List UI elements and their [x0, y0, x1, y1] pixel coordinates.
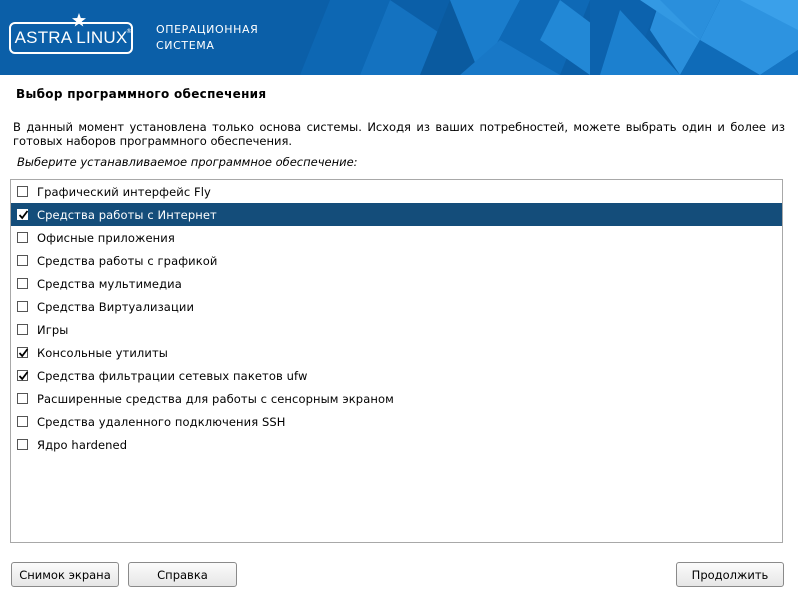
checkbox-checked[interactable]	[17, 209, 29, 220]
software-item[interactable]: Средства фильтрации сетевых пакетов ufw	[11, 364, 782, 387]
software-item-label: Средства фильтрации сетевых пакетов ufw	[37, 368, 308, 383]
software-item-label: Графический интерфейс Fly	[37, 184, 211, 199]
subtitle-line-1: ОПЕРАЦИОННАЯ	[156, 23, 259, 36]
page-title: Выбор программного обеспечения	[16, 87, 267, 101]
registered-mark: ®	[126, 28, 132, 35]
checkbox-checked[interactable]	[17, 370, 29, 381]
checkbox-unchecked[interactable]	[17, 439, 28, 450]
software-item[interactable]: Ядро hardened	[11, 433, 782, 456]
subtitle-line-2: СИСТЕМА	[156, 39, 215, 52]
software-item[interactable]: Средства Виртуализации	[11, 295, 782, 318]
os-subtitle: ОПЕРАЦИОННАЯ СИСТЕМА	[156, 22, 258, 54]
checkbox-checked[interactable]	[17, 347, 29, 358]
software-item[interactable]: Офисные приложения	[11, 226, 782, 249]
software-item[interactable]: Средства мультимедиа	[11, 272, 782, 295]
software-item[interactable]: Средства работы с графикой	[11, 249, 782, 272]
checkbox-unchecked[interactable]	[17, 232, 28, 243]
software-item[interactable]: Консольные утилиты	[11, 341, 782, 364]
check-icon	[18, 210, 29, 220]
software-item-label: Средства удаленного подключения SSH	[37, 414, 286, 429]
astra-linux-logo: ASTRA LINUX ®	[9, 13, 133, 54]
selection-prompt: Выберите устанавливаемое программное обе…	[17, 155, 358, 169]
check-icon	[18, 371, 29, 381]
software-item-label: Консольные утилиты	[37, 345, 168, 360]
continue-button[interactable]: Продолжить	[676, 562, 784, 587]
software-item[interactable]: Средства работы с Интернет	[11, 203, 782, 226]
check-icon	[18, 348, 29, 358]
checkbox-unchecked[interactable]	[17, 393, 28, 404]
software-item-label: Игры	[37, 322, 69, 337]
checkbox-unchecked[interactable]	[17, 278, 28, 289]
checkbox-unchecked[interactable]	[17, 255, 28, 266]
software-item-label: Средства работы с графикой	[37, 253, 218, 268]
software-item-label: Ядро hardened	[37, 437, 128, 452]
software-item-label: Расширенные средства для работы с сенсор…	[37, 391, 394, 406]
software-selection-list[interactable]: Графический интерфейс Fly Средства работы…	[10, 179, 783, 543]
software-item-label: Средства работы с Интернет	[37, 207, 217, 222]
software-item-label: Средства Виртуализации	[37, 299, 195, 314]
header-banner: ASTRA LINUX ® ОПЕРАЦИОННАЯ СИСТЕМА	[0, 0, 798, 75]
checkbox-unchecked[interactable]	[17, 301, 28, 312]
software-item[interactable]: Игры	[11, 318, 782, 341]
help-button[interactable]: Справка	[128, 562, 237, 587]
checkbox-unchecked[interactable]	[17, 324, 28, 335]
software-item[interactable]: Графический интерфейс Fly	[11, 180, 782, 203]
description-text: В данный момент установлена только основ…	[13, 120, 785, 148]
screenshot-button[interactable]: Снимок экрана	[11, 562, 119, 587]
software-item[interactable]: Расширенные средства для работы с сенсор…	[11, 387, 782, 410]
software-item-label: Офисные приложения	[37, 230, 175, 245]
software-item[interactable]: Средства удаленного подключения SSH	[11, 410, 782, 433]
checkbox-unchecked[interactable]	[17, 186, 28, 197]
logo-text: ASTRA LINUX	[14, 28, 128, 47]
software-item-label: Средства мультимедиа	[37, 276, 182, 291]
star-icon	[72, 13, 86, 27]
checkbox-unchecked[interactable]	[17, 416, 28, 427]
